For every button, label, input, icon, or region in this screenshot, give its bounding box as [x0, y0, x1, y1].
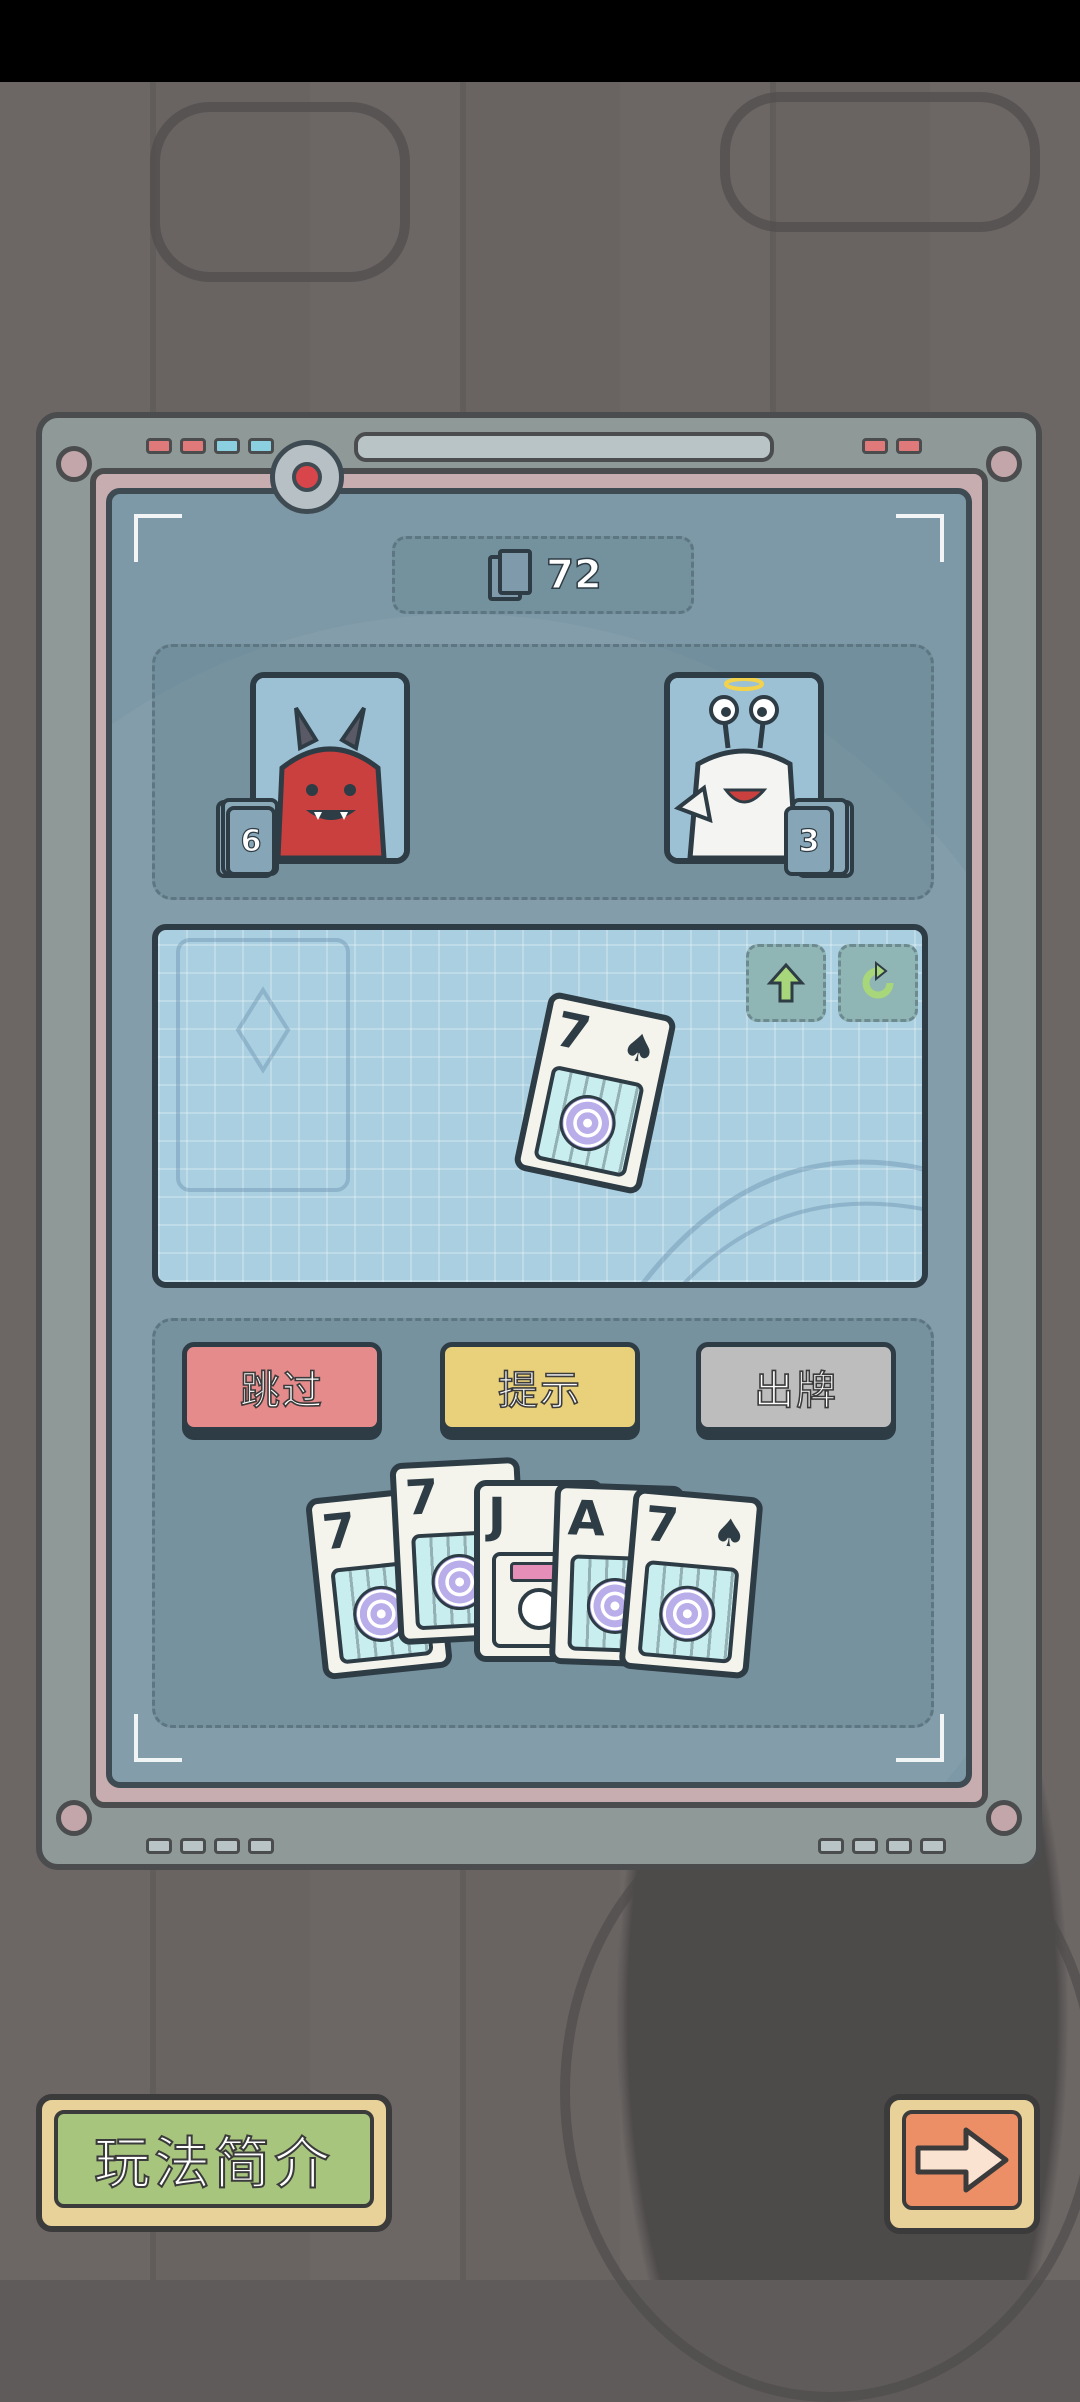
screw — [986, 1800, 1022, 1836]
hand-card[interactable]: 7 ♠ — [618, 1486, 764, 1680]
arrow-up-button[interactable] — [746, 944, 826, 1022]
arrow-up-icon — [766, 962, 806, 1003]
card-deck-icon — [484, 549, 533, 601]
indicator-lights-right — [862, 438, 922, 454]
cards-left-count: 3 — [784, 806, 834, 876]
hint-button[interactable]: 提示 — [440, 1342, 640, 1432]
guide-button-label: 玩法简介 — [54, 2110, 374, 2208]
card-rank: 7 — [319, 1502, 359, 1562]
pass-button[interactable]: 跳过 — [182, 1342, 382, 1432]
screw — [986, 446, 1022, 482]
play-button[interactable]: 出牌 — [696, 1342, 896, 1432]
opponent-card-stack: 6 — [216, 796, 279, 878]
cards-left-count: 6 — [226, 806, 276, 876]
next-button[interactable] — [884, 2094, 1040, 2234]
spade-icon: ♠ — [710, 1509, 749, 1557]
top-slot — [354, 432, 774, 462]
bottom-lights-right — [818, 1838, 946, 1854]
screw — [56, 446, 92, 482]
card-art — [637, 1559, 740, 1664]
card-art — [533, 1064, 645, 1179]
opponent-card-stack: 3 — [784, 796, 854, 878]
deck-count: 72 — [545, 551, 602, 599]
bottom-lights — [146, 1838, 274, 1854]
camera-lens — [270, 440, 344, 514]
gameplay-guide-button[interactable]: 玩法简介 — [36, 2094, 392, 2232]
deck-counter: 72 — [392, 536, 694, 614]
indicator-lights — [146, 438, 274, 454]
arrow-right-icon — [915, 2127, 1009, 2193]
card-rank: 7 — [642, 1495, 681, 1555]
spade-icon: ♠ — [617, 1023, 661, 1074]
refresh-button[interactable] — [838, 944, 918, 1022]
card-rank: J — [488, 1488, 506, 1544]
card-rank: 7 — [403, 1469, 441, 1527]
shell-icon — [554, 1089, 621, 1157]
status-bar — [0, 0, 1080, 82]
card-rank: 7 — [550, 1001, 596, 1063]
refresh-icon — [862, 961, 894, 999]
screw — [56, 1800, 92, 1836]
shell-icon — [656, 1583, 718, 1645]
card-rank: A — [566, 1490, 607, 1548]
